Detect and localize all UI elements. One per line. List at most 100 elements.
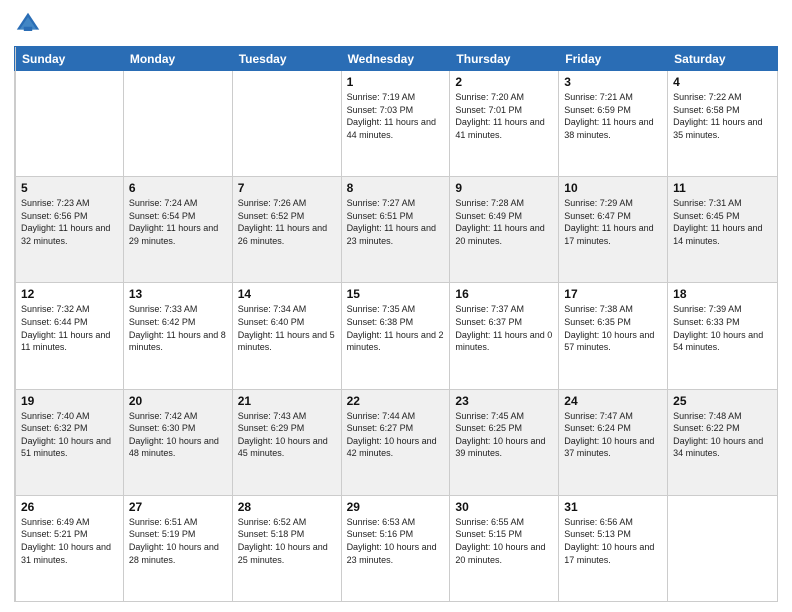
calendar-cell: 23 Sunrise: 7:45 AM Sunset: 6:25 PM Dayli… — [450, 390, 559, 495]
calendar-row: 19 Sunrise: 7:40 AM Sunset: 6:32 PM Dayli… — [15, 390, 777, 496]
day-number: 4 — [673, 75, 772, 89]
day-number: 25 — [673, 394, 772, 408]
day-info: Sunrise: 7:47 AM Sunset: 6:24 PM Dayligh… — [564, 410, 662, 460]
calendar-cell: 20Sunrise: 7:42 AM Sunset: 6:30 PM Dayli… — [124, 390, 233, 495]
calendar-cell: 2Sunrise: 7:20 AM Sunset: 7:01 PM Daylig… — [450, 71, 559, 176]
calendar-cell: 13Sunrise: 7:33 AM Sunset: 6:42 PM Dayli… — [124, 283, 233, 388]
calendar-row: 26Sunrise: 6:49 AM Sunset: 5:21 PM Dayli… — [15, 496, 777, 601]
day-number: 27 — [129, 500, 227, 514]
logo-icon — [14, 10, 42, 38]
day-number: 19 — [21, 394, 118, 408]
day-info: Sunrise: 7:32 AM Sunset: 6:44 PM Dayligh… — [21, 303, 118, 353]
calendar-cell: 29 Sunrise: 6:53 AM Sunset: 5:16 PM Dayli… — [342, 496, 451, 601]
calendar-cell: 31 Sunrise: 6:56 AM Sunset: 5:13 PM Dayli… — [559, 496, 668, 601]
day-info: Sunrise: 7:21 AM Sunset: 6:59 PM Dayligh… — [564, 91, 662, 141]
calendar-cell: 15Sunrise: 7:35 AM Sunset: 6:38 PM Dayli… — [342, 283, 451, 388]
day-number: 29 — [347, 500, 445, 514]
day-info: Sunrise: 6:56 AM Sunset: 5:13 PM Dayligh… — [564, 516, 662, 566]
day-number: 22 — [347, 394, 445, 408]
calendar-cell: 14Sunrise: 7:34 AM Sunset: 6:40 PM Dayli… — [233, 283, 342, 388]
day-number: 6 — [129, 181, 227, 195]
day-info: Sunrise: 7:22 AM Sunset: 6:58 PM Dayligh… — [673, 91, 772, 141]
day-header-wednesday: Wednesday — [342, 47, 451, 71]
calendar-cell: 3 Sunrise: 7:21 AM Sunset: 6:59 PM Daylig… — [559, 71, 668, 176]
day-number: 21 — [238, 394, 336, 408]
calendar-cell — [124, 71, 233, 176]
day-number: 5 — [21, 181, 118, 195]
day-info: Sunrise: 6:53 AM Sunset: 5:16 PM Dayligh… — [347, 516, 445, 566]
calendar-cell: 26Sunrise: 6:49 AM Sunset: 5:21 PM Dayli… — [15, 496, 124, 601]
day-number: 18 — [673, 287, 772, 301]
day-info: Sunrise: 7:31 AM Sunset: 6:45 PM Dayligh… — [673, 197, 772, 247]
day-number: 16 — [455, 287, 553, 301]
day-number: 8 — [347, 181, 445, 195]
day-number: 10 — [564, 181, 662, 195]
calendar-row: 5 Sunrise: 7:23 AM Sunset: 6:56 PM Daylig… — [15, 177, 777, 283]
calendar-cell: 28 Sunrise: 6:52 AM Sunset: 5:18 PM Dayli… — [233, 496, 342, 601]
day-info: Sunrise: 7:23 AM Sunset: 6:56 PM Dayligh… — [21, 197, 118, 247]
calendar-cell: 4 Sunrise: 7:22 AM Sunset: 6:58 PM Daylig… — [668, 71, 777, 176]
day-number: 2 — [455, 75, 553, 89]
calendar-cell: 10 Sunrise: 7:29 AM Sunset: 6:47 PM Dayli… — [559, 177, 668, 282]
day-number: 17 — [564, 287, 662, 301]
day-info: Sunrise: 6:52 AM Sunset: 5:18 PM Dayligh… — [238, 516, 336, 566]
calendar-cell — [668, 496, 777, 601]
calendar-cell: 22 Sunrise: 7:44 AM Sunset: 6:27 PM Dayli… — [342, 390, 451, 495]
calendar-cell: 11 Sunrise: 7:31 AM Sunset: 6:45 PM Dayli… — [668, 177, 777, 282]
day-number: 24 — [564, 394, 662, 408]
day-info: Sunrise: 7:45 AM Sunset: 6:25 PM Dayligh… — [455, 410, 553, 460]
day-number: 11 — [673, 181, 772, 195]
calendar-cell: 24 Sunrise: 7:47 AM Sunset: 6:24 PM Dayli… — [559, 390, 668, 495]
calendar-cell: 19 Sunrise: 7:40 AM Sunset: 6:32 PM Dayli… — [15, 390, 124, 495]
calendar-cell: 27Sunrise: 6:51 AM Sunset: 5:19 PM Dayli… — [124, 496, 233, 601]
day-info: Sunrise: 7:38 AM Sunset: 6:35 PM Dayligh… — [564, 303, 662, 353]
day-number: 1 — [347, 75, 445, 89]
day-number: 28 — [238, 500, 336, 514]
calendar-cell — [233, 71, 342, 176]
day-info: Sunrise: 7:26 AM Sunset: 6:52 PM Dayligh… — [238, 197, 336, 247]
day-number: 9 — [455, 181, 553, 195]
day-number: 12 — [21, 287, 118, 301]
calendar-cell: 17 Sunrise: 7:38 AM Sunset: 6:35 PM Dayli… — [559, 283, 668, 388]
day-number: 3 — [564, 75, 662, 89]
calendar-cell: 7 Sunrise: 7:26 AM Sunset: 6:52 PM Daylig… — [233, 177, 342, 282]
day-number: 15 — [347, 287, 445, 301]
day-number: 20 — [129, 394, 227, 408]
logo — [14, 10, 46, 38]
calendar-cell: 21 Sunrise: 7:43 AM Sunset: 6:29 PM Dayli… — [233, 390, 342, 495]
calendar-row: 12 Sunrise: 7:32 AM Sunset: 6:44 PM Dayli… — [15, 283, 777, 389]
calendar-cell: 8Sunrise: 7:27 AM Sunset: 6:51 PM Daylig… — [342, 177, 451, 282]
day-info: Sunrise: 7:28 AM Sunset: 6:49 PM Dayligh… — [455, 197, 553, 247]
calendar: SundayMondayTuesdayWednesdayThursdayFrid… — [14, 46, 778, 602]
day-info: Sunrise: 7:24 AM Sunset: 6:54 PM Dayligh… — [129, 197, 227, 247]
day-number: 31 — [564, 500, 662, 514]
day-header-tuesday: Tuesday — [233, 47, 342, 71]
calendar-cell: 5 Sunrise: 7:23 AM Sunset: 6:56 PM Daylig… — [15, 177, 124, 282]
day-info: Sunrise: 7:37 AM Sunset: 6:37 PM Dayligh… — [455, 303, 553, 353]
calendar-cell: 6 Sunrise: 7:24 AM Sunset: 6:54 PM Daylig… — [124, 177, 233, 282]
day-info: Sunrise: 7:44 AM Sunset: 6:27 PM Dayligh… — [347, 410, 445, 460]
page-header — [14, 10, 778, 38]
calendar-cell: 9 Sunrise: 7:28 AM Sunset: 6:49 PM Daylig… — [450, 177, 559, 282]
day-header-saturday: Saturday — [668, 47, 777, 71]
calendar-cell — [15, 71, 124, 176]
day-info: Sunrise: 6:55 AM Sunset: 5:15 PM Dayligh… — [455, 516, 553, 566]
day-number: 13 — [129, 287, 227, 301]
day-info: Sunrise: 7:48 AM Sunset: 6:22 PM Dayligh… — [673, 410, 772, 460]
calendar-cell: 1Sunrise: 7:19 AM Sunset: 7:03 PM Daylig… — [342, 71, 451, 176]
day-number: 30 — [455, 500, 553, 514]
day-header-monday: Monday — [124, 47, 233, 71]
day-header-friday: Friday — [559, 47, 668, 71]
day-info: Sunrise: 7:40 AM Sunset: 6:32 PM Dayligh… — [21, 410, 118, 460]
day-info: Sunrise: 7:39 AM Sunset: 6:33 PM Dayligh… — [673, 303, 772, 353]
day-info: Sunrise: 7:43 AM Sunset: 6:29 PM Dayligh… — [238, 410, 336, 460]
calendar-cell: 30 Sunrise: 6:55 AM Sunset: 5:15 PM Dayli… — [450, 496, 559, 601]
calendar-cell: 18 Sunrise: 7:39 AM Sunset: 6:33 PM Dayli… — [668, 283, 777, 388]
calendar-row: 1Sunrise: 7:19 AM Sunset: 7:03 PM Daylig… — [15, 71, 777, 177]
day-info: Sunrise: 7:29 AM Sunset: 6:47 PM Dayligh… — [564, 197, 662, 247]
day-number: 23 — [455, 394, 553, 408]
calendar-cell: 16 Sunrise: 7:37 AM Sunset: 6:37 PM Dayli… — [450, 283, 559, 388]
calendar-body: 1Sunrise: 7:19 AM Sunset: 7:03 PM Daylig… — [14, 71, 778, 602]
calendar-cell: 12 Sunrise: 7:32 AM Sunset: 6:44 PM Dayli… — [15, 283, 124, 388]
day-number: 7 — [238, 181, 336, 195]
